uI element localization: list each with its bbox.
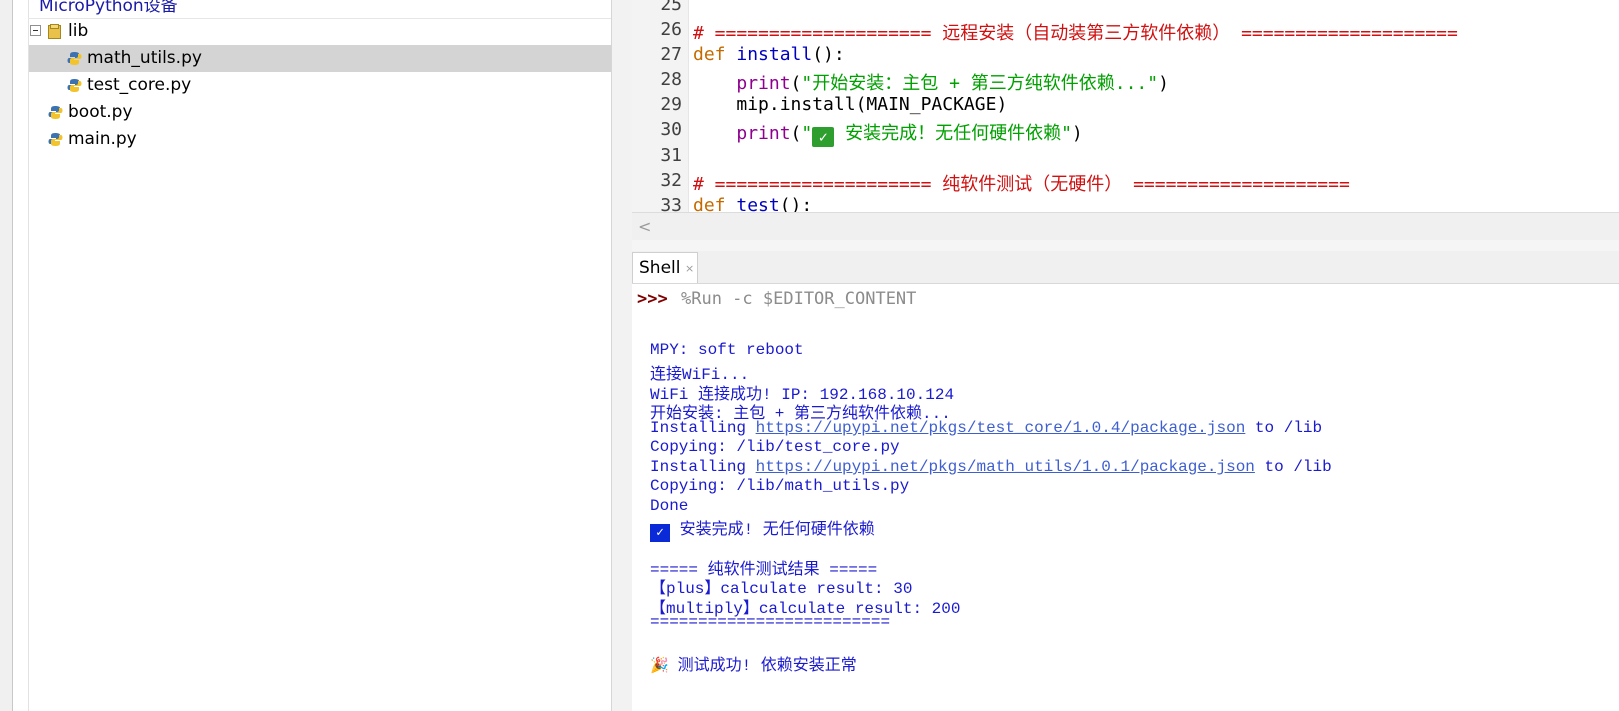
output-line: Done xyxy=(650,497,689,515)
check-icon: ✓ xyxy=(650,524,670,542)
package-link[interactable]: https://upypi.net/pkgs/test_core/1.0.4/p… xyxy=(756,419,1246,437)
function-name: install xyxy=(736,44,813,65)
output-line: MPY: soft reboot xyxy=(650,341,804,359)
collapse-toggle-icon[interactable] xyxy=(30,25,41,36)
output-text: to /lib xyxy=(1254,458,1332,476)
output-line: ========================= xyxy=(650,613,891,631)
tab-shell[interactable]: Shell × xyxy=(632,252,698,283)
output-text: Installing xyxy=(650,458,756,476)
output-line: Copying: /lib/test_core.py xyxy=(650,438,900,456)
output-text: 测试成功! 依赖安装正常 xyxy=(668,657,857,675)
code-text: mip.install(MAIN_PACKAGE) xyxy=(736,94,1008,115)
python-file-icon xyxy=(67,79,82,92)
left-edge-strip xyxy=(0,0,13,711)
shell-tab-bar: Shell × xyxy=(632,251,1619,284)
code-line-29: mip.install(MAIN_PACKAGE) xyxy=(693,94,1007,115)
party-popper-icon: 🎉 xyxy=(650,658,669,675)
package-link[interactable]: https://upypi.net/pkgs/math_utils/1.0.1/… xyxy=(756,458,1255,476)
python-file-icon xyxy=(67,52,82,65)
string-literal: "开始安装：主包 + 第三方纯软件依赖..." xyxy=(801,73,1159,94)
tree-item-test-core[interactable]: test_core.py xyxy=(29,72,611,99)
shell-command: %Run -c $EDITOR_CONTENT xyxy=(681,289,917,309)
pane-splitter[interactable] xyxy=(611,0,633,711)
file-browser-gutter xyxy=(13,0,29,711)
output-line: ✓ 安装完成! 无任何硬件依赖 xyxy=(650,515,875,542)
builtin-print: print xyxy=(736,73,791,94)
code-line-26: # ==================== 远程安装（自动装第三方软件依赖） … xyxy=(693,23,1458,44)
tree-item-label: lib xyxy=(68,21,89,41)
tree-item-main[interactable]: main.py xyxy=(29,126,611,153)
code-line-33: def test(): xyxy=(693,195,812,212)
tree-item-label: boot.py xyxy=(68,102,133,122)
output-text: 安装完成! 无任何硬件依赖 xyxy=(670,521,875,539)
line-number: 27 xyxy=(660,44,682,65)
keyword-def: def xyxy=(693,195,726,212)
output-line: Installing https://upypi.net/pkgs/math_u… xyxy=(650,458,1332,476)
device-panel-title: MicroPython设备 xyxy=(39,0,178,16)
folder-icon xyxy=(48,24,61,39)
line-number: 33 xyxy=(660,195,682,212)
code-editor[interactable]: 25 26 27 28 29 30 31 32 33 # ===========… xyxy=(632,0,1619,212)
line-number: 30 xyxy=(660,119,682,140)
keyword-def: def xyxy=(693,44,726,65)
string-quote: " xyxy=(801,123,813,144)
tree-item-lib[interactable]: lib xyxy=(29,18,611,45)
python-file-icon xyxy=(48,106,63,119)
output-line: Installing https://upypi.net/pkgs/test_c… xyxy=(650,419,1322,437)
line-number: 28 xyxy=(660,69,682,90)
line-number: 32 xyxy=(660,170,682,191)
code-line-32: # ==================== 纯软件测试（无硬件） ======… xyxy=(693,174,1350,195)
code-line-27: def install(): xyxy=(693,44,845,65)
builtin-print: print xyxy=(736,123,791,144)
output-text: to /lib xyxy=(1245,419,1323,437)
code-line-28: print("开始安装：主包 + 第三方纯软件依赖...") xyxy=(736,73,1169,94)
code-line-30: print(" ✓ 安装完成！无任何硬件依赖") xyxy=(736,123,1083,147)
python-file-icon xyxy=(48,133,63,146)
tab-label: Shell xyxy=(639,258,681,278)
output-text: Installing xyxy=(650,419,756,437)
line-number: 25 xyxy=(660,0,682,15)
scroll-left-icon[interactable]: < xyxy=(638,217,651,236)
string-literal: 安装完成！无任何硬件依赖" xyxy=(834,123,1072,144)
green-check-icon: ✓ xyxy=(812,127,835,147)
tree-item-label: test_core.py xyxy=(87,75,192,95)
tree-item-math-utils[interactable]: math_utils.py xyxy=(29,45,611,72)
tree-item-label: main.py xyxy=(68,129,137,149)
tree-item-boot[interactable]: boot.py xyxy=(29,99,611,126)
line-number: 29 xyxy=(660,94,682,115)
horizontal-scrollbar[interactable]: < xyxy=(632,212,1619,241)
shell-prompt: >>> xyxy=(637,289,668,309)
code-punct: (): xyxy=(779,195,813,212)
output-line: Copying: /lib/math_utils.py xyxy=(650,477,910,495)
output-line: 🎉 测试成功! 依赖安装正常 xyxy=(650,651,857,675)
tree-item-label: math_utils.py xyxy=(87,48,202,68)
shell-console[interactable]: >>> %Run -c $EDITOR_CONTENT MPY: soft re… xyxy=(632,284,1619,711)
line-number: 31 xyxy=(660,145,682,166)
line-number-gutter: 25 26 27 28 29 30 31 32 33 xyxy=(632,0,689,212)
code-punct: (): xyxy=(812,44,845,65)
function-name: test xyxy=(736,195,780,212)
line-number: 26 xyxy=(660,19,682,40)
close-icon[interactable]: × xyxy=(685,262,694,275)
